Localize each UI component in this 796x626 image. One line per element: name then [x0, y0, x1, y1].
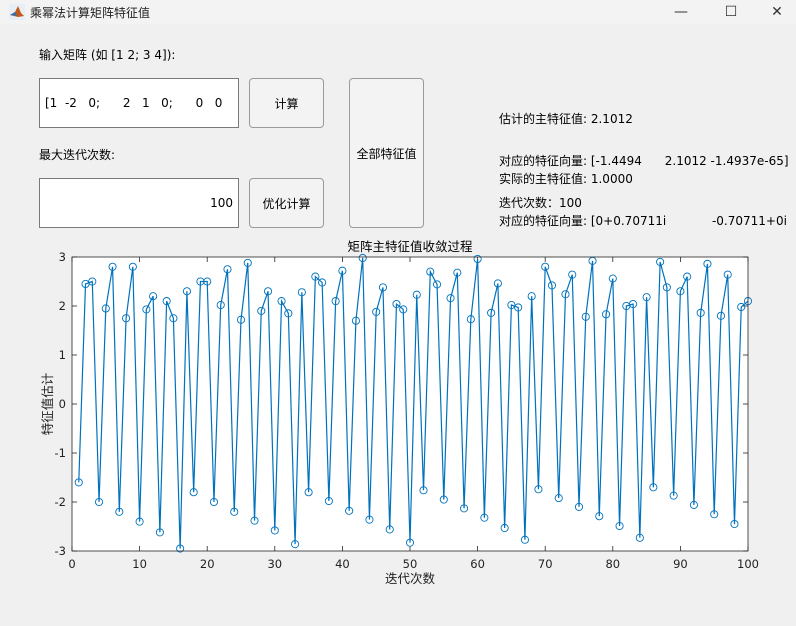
iter-label: 最大迭代次数: [39, 148, 116, 162]
x-tick-label: 60 [470, 557, 485, 571]
chart-title: 矩阵主特征值收敛过程 [347, 239, 473, 254]
x-tick-label: 0 [68, 557, 75, 571]
maximize-button[interactable]: ☐ [708, 0, 754, 24]
actual-eigenvector: 对应的特征向量: [0+0.70711i -0.70711+0i [499, 214, 787, 228]
y-tick-label: 3 [59, 250, 66, 264]
title-bar: 乘幂法计算矩阵特征值 — ☐ ✕ [0, 0, 796, 24]
iter-input[interactable] [39, 178, 239, 228]
x-axis-label: 迭代次数 [385, 571, 436, 586]
matlab-icon [9, 4, 25, 20]
y-axis-label: 特征值估计 [40, 373, 55, 436]
convergence-chart: 0 10 20 30 40 50 60 70 80 90 100 -3 -2 -1 0 1 2 3 矩阵主特征值收… [40, 239, 759, 586]
y-tick-label: 1 [59, 348, 66, 362]
y-tick-label: -1 [55, 446, 66, 460]
y-tick-label: -2 [55, 495, 66, 509]
matrix-input[interactable] [39, 78, 239, 128]
all-eigen-button[interactable]: 全部特征值 [349, 78, 424, 228]
actual-result: 实际的主特征值: 1.0000 对应的特征向量: [0+0.70711i -0.… [499, 144, 787, 242]
x-tick-label: 70 [538, 557, 553, 571]
compute-button[interactable]: 计算 [249, 78, 324, 128]
window-title: 乘幂法计算矩阵特征值 [30, 6, 151, 20]
estimated-eigenvalue: 估计的主特征值: 2.1012 [499, 112, 633, 126]
actual-eigenvalue: 实际的主特征值: 1.0000 [499, 172, 633, 186]
close-button[interactable]: ✕ [754, 0, 796, 24]
optimize-button[interactable]: 优化计算 [249, 178, 324, 228]
y-tick-label: 0 [59, 397, 66, 411]
x-tick-label: 80 [605, 557, 620, 571]
minimize-button[interactable]: — [658, 0, 704, 24]
x-tick-label: 20 [200, 557, 215, 571]
x-tick-label: 100 [737, 557, 759, 571]
x-tick-label: 40 [335, 557, 350, 571]
x-tick-label: 30 [267, 557, 282, 571]
y-tick-label: 2 [59, 299, 66, 313]
y-tick-label: -3 [55, 544, 66, 558]
x-tick-label: 50 [403, 557, 418, 571]
x-tick-label: 10 [132, 557, 147, 571]
x-tick-label: 90 [673, 557, 688, 571]
matrix-label: 输入矩阵 (如 [1 2; 3 4]): [39, 48, 176, 62]
